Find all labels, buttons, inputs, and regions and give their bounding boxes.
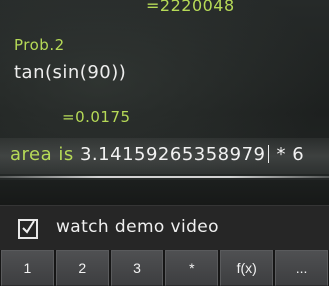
keypad-row: 1 2 3 * f(x) ...: [0, 250, 329, 286]
calc-input-line[interactable]: area is 3.14159265358979 * 6: [10, 144, 304, 165]
board-bottom: [0, 180, 329, 205]
watch-demo-checkbox[interactable]: [18, 219, 38, 239]
key-3[interactable]: 3: [110, 250, 164, 286]
key-more[interactable]: ...: [275, 250, 328, 286]
key-function[interactable]: f(x): [220, 250, 274, 286]
option-bar: watch demo video: [0, 205, 329, 250]
text-cursor: [267, 145, 269, 163]
input-operator-rest: * 6: [276, 144, 305, 165]
input-value: 3.14159265358979: [79, 144, 266, 165]
problem-title: Prob.2: [14, 36, 65, 54]
input-underline: [0, 176, 329, 178]
input-variable-label: area is: [10, 144, 74, 165]
checkmark-icon: [22, 220, 35, 234]
result-line-2: =0.0175: [62, 108, 131, 126]
key-2[interactable]: 2: [55, 250, 109, 286]
key-multiply[interactable]: *: [165, 250, 219, 286]
result-line-1: =2220048: [146, 0, 235, 15]
expression-line: tan(sin(90)): [14, 62, 127, 83]
watch-demo-label[interactable]: watch demo video: [56, 217, 219, 237]
key-1[interactable]: 1: [1, 250, 54, 286]
chalkboard: =2220048 Prob.2 tan(sin(90)) =0.0175 are…: [0, 0, 329, 205]
